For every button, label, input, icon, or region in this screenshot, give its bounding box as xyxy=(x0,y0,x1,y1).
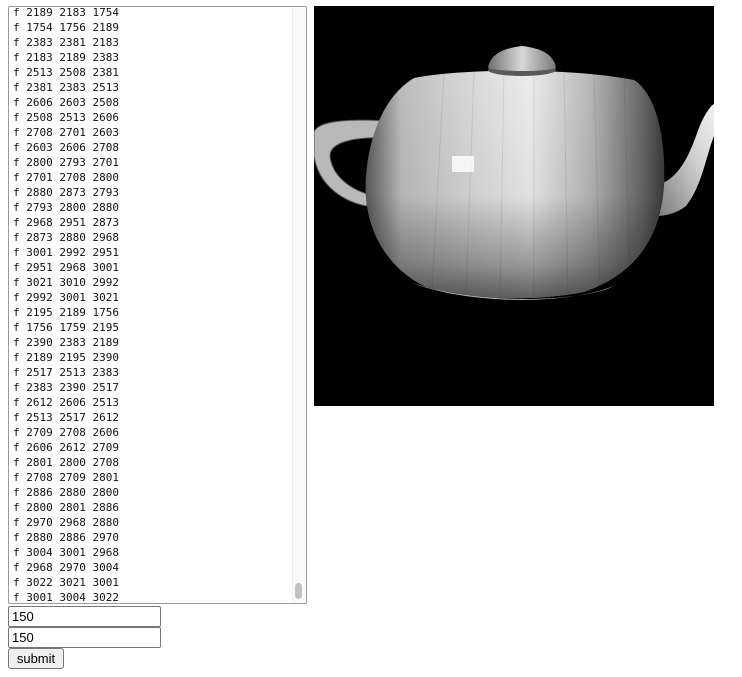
obj-text-line: f 3004 3001 2968 xyxy=(13,546,119,559)
obj-text-line: f 2970 2968 2880 xyxy=(13,516,119,529)
obj-text-line: f 2709 2708 2606 xyxy=(13,426,119,439)
obj-text-line: f 2801 2800 2708 xyxy=(13,456,119,469)
obj-text-line: f 1756 1759 2195 xyxy=(13,321,119,334)
obj-text-line: f 2508 2513 2606 xyxy=(13,111,119,124)
obj-text-line: f 2195 2189 1756 xyxy=(13,306,119,319)
obj-text-line: f 2800 2793 2701 xyxy=(13,156,119,169)
obj-lines-container: f 2189 2183 1754 f 1754 1756 2189 f 2383 2… xyxy=(13,6,119,604)
obj-text-line: f 2951 2968 3001 xyxy=(13,261,119,274)
scrollbar-thumb[interactable] xyxy=(295,583,302,599)
obj-text-line: f 2873 2880 2968 xyxy=(13,231,119,244)
obj-text-line: f 2513 2517 2612 xyxy=(13,411,119,424)
obj-text-line: f 2968 2970 3004 xyxy=(13,561,119,574)
obj-text-line: f 2189 2195 2390 xyxy=(13,351,119,364)
obj-text-line: f 2383 2390 2517 xyxy=(13,381,119,394)
obj-text-line: f 3021 3010 2992 xyxy=(13,276,119,289)
width-input[interactable] xyxy=(8,606,161,627)
obj-text-line: f 2701 2708 2800 xyxy=(13,171,119,184)
obj-text-line: f 2603 2606 2708 xyxy=(13,141,119,154)
scrollbar-track[interactable] xyxy=(292,8,305,602)
obj-text-line: f 2800 2801 2886 xyxy=(13,501,119,514)
obj-text-line: f 2992 3001 3021 xyxy=(13,291,119,304)
obj-text-line: f 3001 2992 2951 xyxy=(13,246,119,259)
obj-text-line: f 2189 2183 1754 xyxy=(13,6,119,19)
obj-text-line: f 2793 2800 2880 xyxy=(13,201,119,214)
obj-text-line: f 2390 2383 2189 xyxy=(13,336,119,349)
obj-text-line: f 2708 2701 2603 xyxy=(13,126,119,139)
obj-text-line: f 2886 2880 2800 xyxy=(13,486,119,499)
obj-text-line: f 2383 2381 2183 xyxy=(13,36,119,49)
obj-text-line: f 2606 2603 2508 xyxy=(13,96,119,109)
obj-text-line: f 2880 2873 2793 xyxy=(13,186,119,199)
obj-text-line: f 2513 2508 2381 xyxy=(13,66,119,79)
obj-text-line: f 3022 3021 3001 xyxy=(13,576,119,589)
obj-text-line: f 1754 1756 2189 xyxy=(13,21,119,34)
obj-text-line: f 2381 2383 2513 xyxy=(13,81,119,94)
obj-text-line: f 2612 2606 2513 xyxy=(13,396,119,409)
obj-text-line: f 2708 2709 2801 xyxy=(13,471,119,484)
obj-textarea[interactable]: f 2189 2183 1754 f 1754 1756 2189 f 2383 2… xyxy=(8,6,307,604)
obj-text-line: f 2183 2189 2383 xyxy=(13,51,119,64)
obj-text-line: f 2517 2513 2383 xyxy=(13,366,119,379)
render-canvas xyxy=(314,6,714,406)
obj-text-line: f 2968 2951 2873 xyxy=(13,216,119,229)
obj-text-line: f 3001 3004 3022 xyxy=(13,591,119,604)
height-input[interactable] xyxy=(8,627,161,648)
obj-text-line: f 2606 2612 2709 xyxy=(13,441,119,454)
obj-text-line: f 2880 2886 2970 xyxy=(13,531,119,544)
submit-button[interactable]: submit xyxy=(8,648,64,669)
